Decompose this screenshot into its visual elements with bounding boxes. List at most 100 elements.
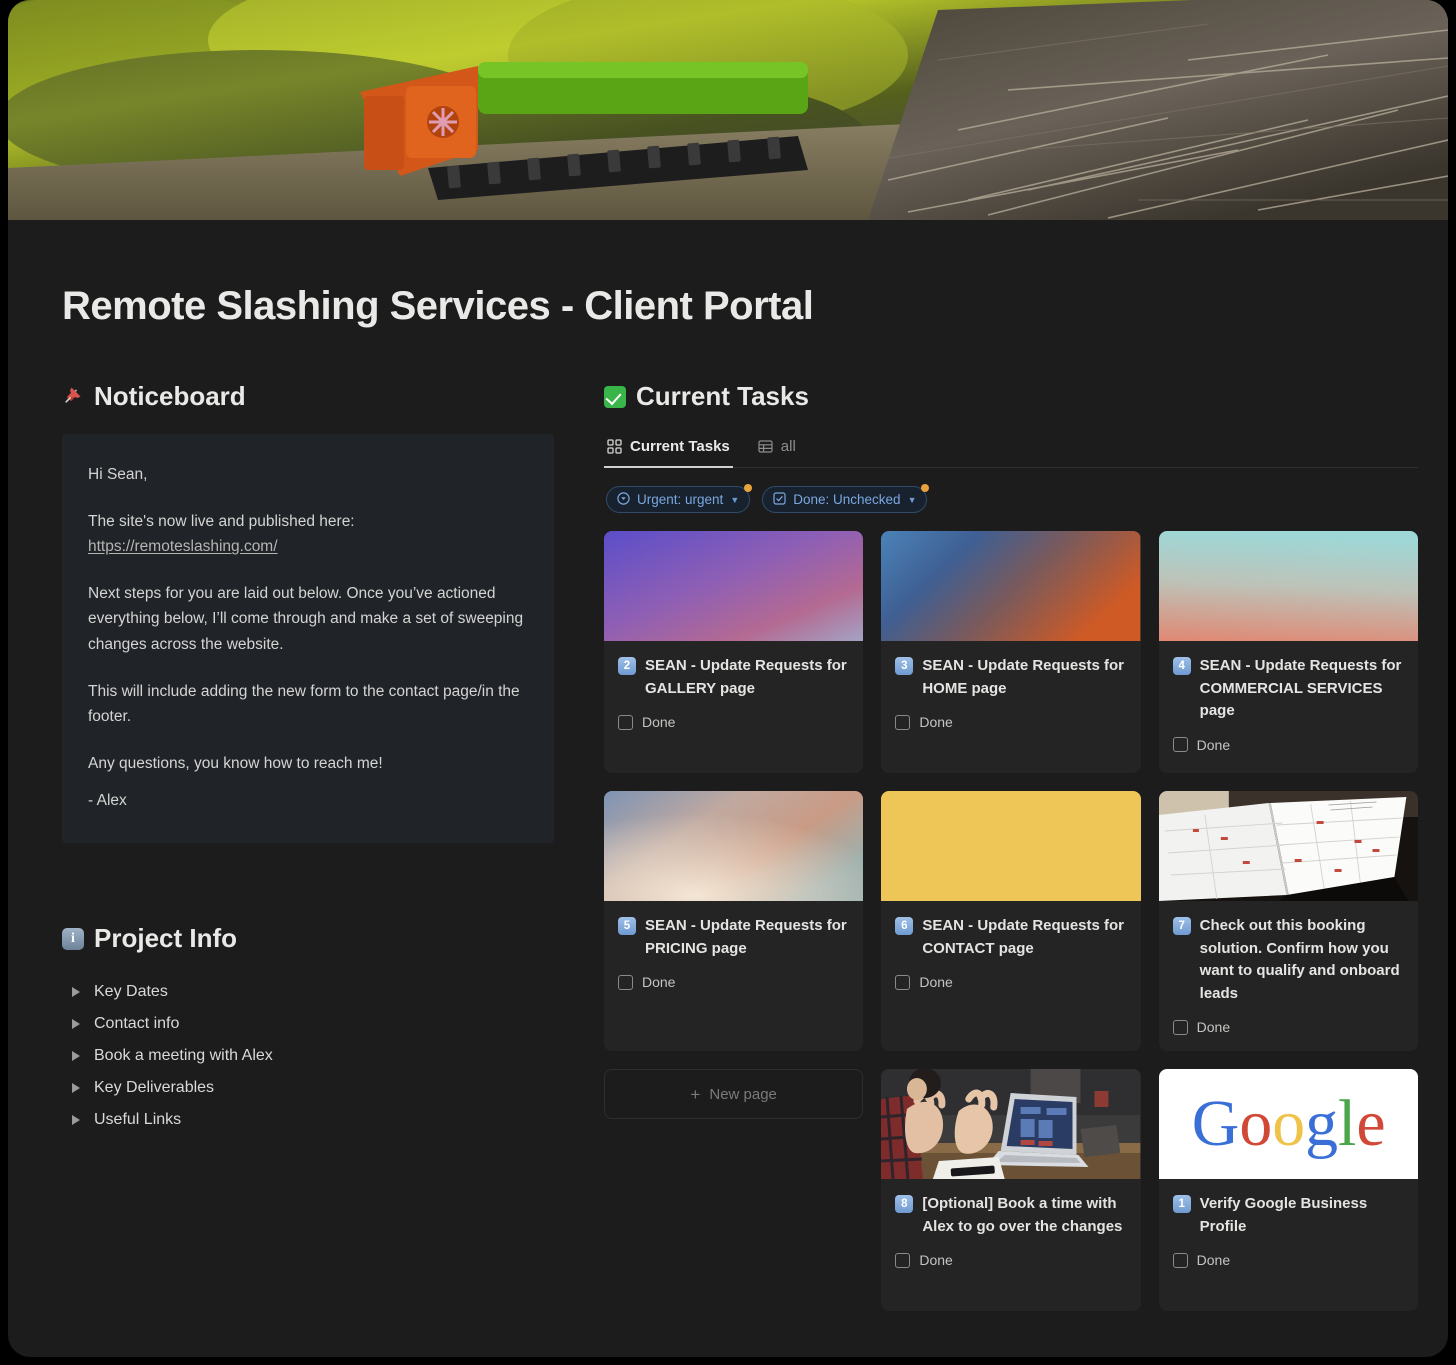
callout-next-steps: Next steps for you are laid out below. O…	[88, 585, 524, 653]
check-mark-button-icon	[604, 385, 626, 408]
new-page-button[interactable]: + New page	[604, 1069, 864, 1119]
card-body: 1 Verify Google Business Profile Done	[1159, 1179, 1418, 1284]
site-link[interactable]: https://remoteslashing.com/	[88, 538, 278, 555]
card-title: 1 Verify Google Business Profile	[1172, 1193, 1402, 1238]
chevron-right-icon	[72, 1083, 80, 1094]
card-title-text: Check out this booking solution. Confirm…	[1199, 917, 1400, 1002]
screenshot-frame: Remote Slashing Services - Client Portal…	[0, 0, 1456, 1365]
page-cover-banner	[8, 0, 1448, 220]
filter-chip-label: Urgent: urgent	[637, 492, 724, 507]
table-view-icon	[758, 439, 773, 454]
project-info-heading: i Project Info	[62, 923, 562, 954]
done-row: Done	[1172, 1019, 1402, 1035]
card-number-badge: 3	[895, 657, 914, 675]
card-number-badge: 5	[618, 917, 636, 935]
callout-live-line: The site's now live and published here:	[88, 513, 355, 531]
card-title-text: SEAN - Update Requests for GALLERY page	[645, 657, 847, 697]
card-body: 4 SEAN - Update Requests for COMMERCIAL …	[1159, 641, 1418, 769]
plus-icon: +	[690, 1084, 701, 1104]
done-checkbox[interactable]	[895, 714, 911, 730]
task-card-grid: 2 SEAN - Update Requests for GALLERY pag…	[604, 531, 1418, 1311]
task-card[interactable]: 3 SEAN - Update Requests for HOME page D…	[881, 531, 1141, 773]
card-cover-solid-yellow	[881, 791, 1141, 901]
chevron-right-icon	[72, 1115, 80, 1126]
toggle-useful-links[interactable]: Useful Links	[62, 1104, 562, 1136]
checkbox-property-icon	[773, 491, 786, 508]
card-number-badge: 8	[895, 1195, 914, 1213]
card-cover-gradient-purple-pink	[604, 531, 864, 641]
toggle-contact-info[interactable]: Contact info	[62, 1008, 562, 1040]
gallery-view-icon	[607, 439, 622, 454]
card-cover-gradient-blue-peach	[604, 791, 864, 901]
filter-chip-label: Done: Unchecked	[793, 492, 901, 507]
task-card[interactable]: 4 SEAN - Update Requests for COMMERCIAL …	[1158, 531, 1418, 773]
toggle-key-deliverables[interactable]: Key Deliverables	[62, 1072, 562, 1104]
done-row: Done	[618, 714, 847, 730]
page-body: Noticeboard Hi Sean, The site's now live…	[8, 381, 1448, 1311]
pushpin-icon	[62, 384, 84, 410]
card-title-text: Verify Google Business Profile	[1199, 1195, 1368, 1235]
information-icon: i	[62, 927, 84, 950]
toggle-label: Key Deliverables	[94, 1079, 215, 1097]
chevron-right-icon	[72, 987, 80, 998]
card-cover-logo-google: Google	[1158, 1069, 1418, 1179]
done-checkbox[interactable]	[895, 974, 911, 990]
done-label: Done	[919, 714, 953, 730]
done-checkbox[interactable]	[618, 714, 633, 730]
done-row: Done	[1172, 1252, 1402, 1268]
filter-chip-done[interactable]: Done: Unchecked ▼	[762, 484, 930, 513]
toggle-label: Useful Links	[94, 1111, 182, 1129]
task-card[interactable]: 6 SEAN - Update Requests for CONTACT pag…	[881, 791, 1141, 1051]
task-card[interactable]: 5 SEAN - Update Requests for PRICING pag…	[604, 791, 864, 1051]
toggle-key-dates[interactable]: Key Dates	[62, 976, 562, 1008]
callout-questions: Any questions, you know how to reach me!	[88, 754, 383, 772]
task-card[interactable]: 7 Check out this booking solution. Confi…	[1158, 791, 1418, 1051]
task-card[interactable]: Google 1 Verify Google Business Profile	[1158, 1069, 1418, 1311]
notion-page: Remote Slashing Services - Client Portal…	[8, 0, 1448, 1357]
done-row: Done	[895, 714, 1124, 730]
done-checkbox[interactable]	[1172, 737, 1188, 752]
task-card[interactable]: 8 [Optional] Book a time with Alex to go…	[881, 1069, 1141, 1311]
left-column: Noticeboard Hi Sean, The site's now live…	[62, 381, 562, 1311]
filter-active-dot	[744, 484, 753, 492]
done-checkbox[interactable]	[1172, 1252, 1188, 1268]
card-body: 6 SEAN - Update Requests for CONTACT pag…	[881, 901, 1140, 1006]
done-row: Done	[895, 974, 1124, 990]
chevron-down-icon: ▼	[907, 494, 917, 505]
tab-all[interactable]: all	[755, 434, 799, 468]
tab-current-tasks[interactable]: Current Tasks	[604, 434, 733, 468]
toggle-book-a-meeting-with-alex[interactable]: Book a meeting with Alex	[62, 1040, 562, 1072]
card-title: 4 SEAN - Update Requests for COMMERCIAL …	[1172, 655, 1402, 723]
toggle-label: Key Dates	[94, 983, 168, 1001]
card-title-text: SEAN - Update Requests for COMMERCIAL SE…	[1199, 657, 1402, 719]
done-label: Done	[1196, 1019, 1231, 1035]
done-checkbox[interactable]	[618, 974, 633, 990]
card-body: 2 SEAN - Update Requests for GALLERY pag…	[604, 641, 863, 746]
select-property-icon	[617, 491, 630, 508]
done-checkbox[interactable]	[1172, 1019, 1188, 1035]
toggle-label: Book a meeting with Alex	[94, 1047, 273, 1065]
callout-greeting: Hi Sean,	[88, 466, 148, 483]
filter-chip-row: Urgent: urgent ▼ Done: Unchecked ▼	[606, 484, 1418, 513]
banner-illustration	[8, 0, 1448, 220]
database-view-tabs: Current Tasks all	[604, 434, 1418, 468]
card-body: 8 [Optional] Book a time with Alex to go…	[881, 1179, 1140, 1284]
current-tasks-heading: Current Tasks	[604, 381, 1418, 412]
card-number-badge: 6	[895, 917, 914, 935]
card-cover-gradient-blue-orange	[881, 531, 1141, 641]
tab-label: Current Tasks	[630, 438, 730, 455]
card-cover-photo-open-planner	[1158, 791, 1418, 901]
done-label: Done	[642, 974, 676, 990]
card-title-text: [Optional] Book a time with Alex to go o…	[922, 1195, 1123, 1235]
task-card[interactable]: 2 SEAN - Update Requests for GALLERY pag…	[604, 531, 864, 773]
card-cover-photo-meeting-laptop	[881, 1069, 1141, 1179]
project-info-heading-label: Project Info	[94, 923, 238, 954]
card-title-text: SEAN - Update Requests for HOME page	[922, 657, 1125, 697]
current-tasks-heading-label: Current Tasks	[636, 381, 809, 411]
noticeboard-heading-label: Noticeboard	[94, 381, 246, 411]
card-title-text: SEAN - Update Requests for PRICING page	[645, 917, 847, 957]
filter-chip-urgent[interactable]: Urgent: urgent ▼	[606, 484, 753, 513]
done-checkbox[interactable]	[895, 1252, 911, 1268]
noticeboard-callout: Hi Sean, The site's now live and publish…	[62, 434, 554, 844]
done-label: Done	[1196, 736, 1231, 753]
